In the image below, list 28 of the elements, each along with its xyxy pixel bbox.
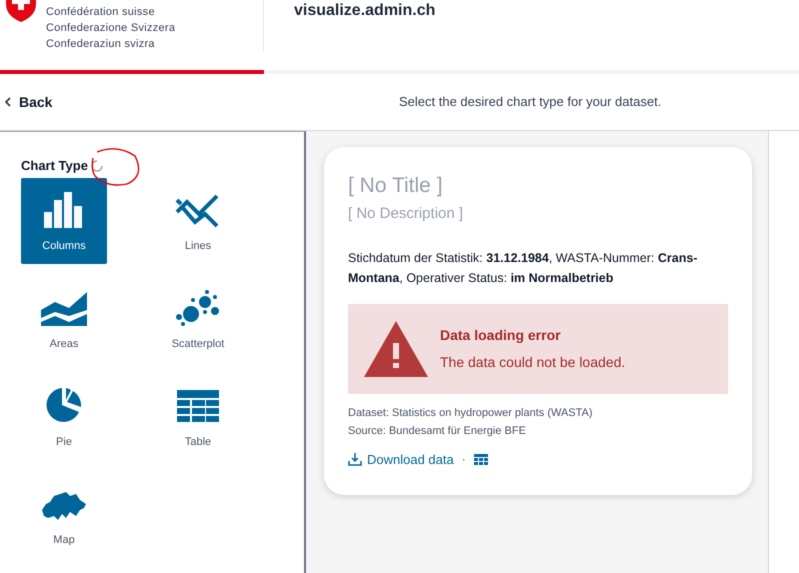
source-info: Source: Bundesamt für Energie BFE — [348, 424, 527, 438]
site-title: visualize.admin.ch — [294, 1, 436, 15]
map-icon — [40, 490, 88, 522]
table-icon — [177, 390, 219, 424]
error-message: The data could not be loaded. — [440, 352, 626, 372]
filter-summary: Stichdatum der Statistik: 31.12.1984, WASTA-Nummer: Crans-Montana, Operativer Status: im Normalbetrieb — [348, 250, 698, 287]
separator: · — [462, 451, 466, 468]
areas-icon — [41, 290, 87, 326]
dataset-info: Dataset: Statistics on hydropower plants (WASTA) — [348, 406, 594, 420]
section-title: Chart Type — [21, 157, 88, 176]
instruction-text: Select the desired chart type for your dataset. — [399, 93, 662, 112]
chart-description: [ No Description ] — [348, 204, 464, 224]
org-name: Confederazione Svizzera — [46, 21, 176, 36]
chart-title: [ No Title ] — [348, 173, 444, 199]
pie-icon — [45, 386, 83, 424]
org-name: Confederaziun svizra — [46, 37, 156, 52]
chart-type-option[interactable]: Columns — [21, 178, 107, 264]
chevron-left-icon — [4, 97, 11, 107]
table-icon[interactable] — [474, 454, 488, 465]
lines-icon — [175, 194, 221, 228]
error-title: Data loading error — [440, 326, 562, 345]
scatterplot-icon — [175, 290, 221, 326]
columns-icon — [44, 192, 84, 228]
back-button[interactable]: Back — [4, 92, 124, 112]
warning-icon — [364, 320, 428, 376]
org-name: Confédération suisse — [46, 5, 156, 20]
download-link[interactable]: Download data — [348, 450, 454, 469]
download-icon — [348, 452, 362, 466]
